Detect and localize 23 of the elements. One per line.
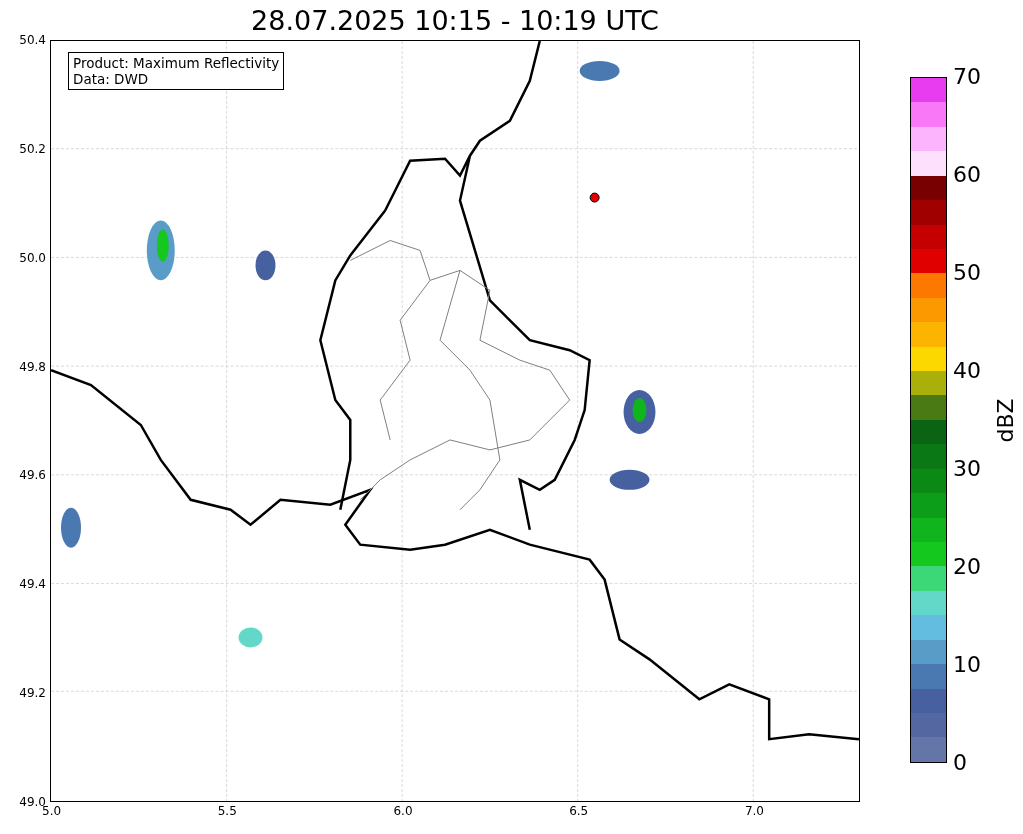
colorbar-tick-label: 20 (953, 554, 981, 580)
info-text: Data: DWD (73, 71, 150, 87)
colorbar-tick-label: 30 (953, 456, 981, 482)
axis-tick-label: 6.5 (569, 803, 589, 819)
colorbar-tick-label: 40 (953, 358, 981, 384)
info-text: Product: Maximum Reflectivity (73, 55, 280, 71)
colorbar-label: dBZ (992, 397, 1018, 443)
axis-tick-label: 5.5 (217, 803, 237, 819)
axis-tick-label: 49.4 (19, 576, 46, 593)
colorbar-tick-label: 10 (953, 652, 981, 678)
colorbar-tick-label: 70 (953, 64, 981, 90)
axis-tick-label: 7.0 (744, 803, 764, 819)
axis-tick-label: 49.8 (19, 358, 46, 375)
axis-tick-label: 49.2 (19, 685, 46, 702)
axis-tick-label: 49.6 (19, 467, 46, 484)
axis-tick-label: 50.4 (19, 32, 46, 48)
axis-tick-label: 6.0 (393, 803, 413, 819)
axis-tick-label: 50.0 (19, 249, 46, 266)
colorbar-tick-label: 0 (953, 750, 968, 776)
chart-title: 28.07.2025 10:15 - 10:19 UTC (251, 4, 659, 36)
colorbar-tick-label: 60 (953, 162, 981, 188)
axis-tick-label: 50.2 (19, 140, 46, 157)
colorbar-tick-label: 50 (953, 260, 981, 286)
